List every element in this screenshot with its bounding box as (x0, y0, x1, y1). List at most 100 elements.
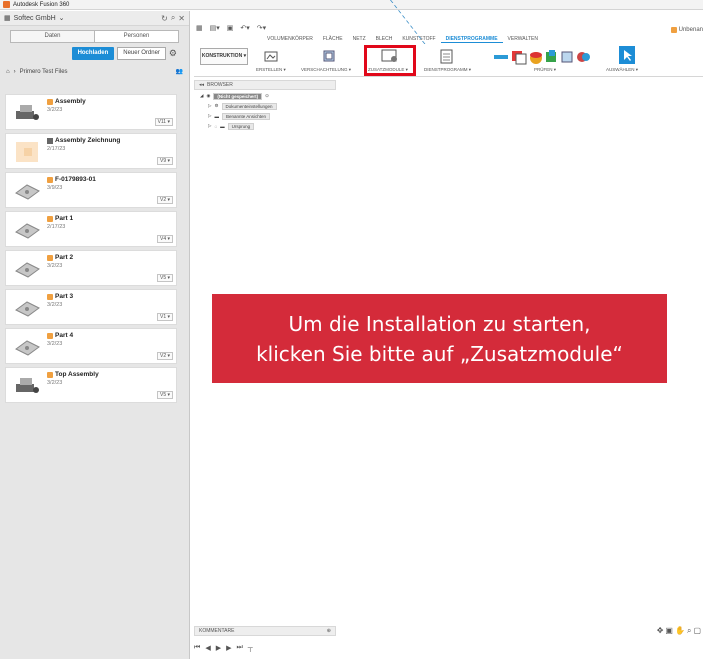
file-date: 3/9/23 (47, 185, 63, 191)
add-comment-icon[interactable]: ⊕ (327, 628, 331, 634)
file-thumbnail (12, 296, 42, 320)
create-menu[interactable]: ERSTELLEN ▾ (256, 67, 286, 73)
file-thumbnail (12, 101, 42, 125)
look-icon[interactable]: ▣ (665, 626, 673, 636)
file-name: Part 1 (55, 215, 74, 222)
workspace-switcher[interactable]: KONSTRUKTION ▾ (200, 48, 248, 65)
fit-icon[interactable]: ▢ (693, 626, 701, 636)
project-name[interactable]: Primero Test Files (20, 69, 172, 75)
team-icon: ▦ (4, 15, 11, 22)
prev-icon[interactable]: ◀ (205, 644, 210, 652)
version-badge[interactable]: V11 ▾ (154, 118, 173, 126)
design-icon (47, 98, 53, 105)
first-icon[interactable]: ⏮ (194, 644, 200, 652)
design-icon (47, 215, 53, 222)
undo-icon[interactable]: ↶▾ (240, 24, 249, 32)
utility-menu[interactable]: DIENSTPROGRAMM ▾ (424, 67, 471, 73)
select-icon[interactable] (619, 46, 635, 64)
design-icon (47, 254, 53, 261)
file-date: 3/2/23 (47, 263, 63, 269)
version-badge[interactable]: V1 ▾ (156, 313, 173, 321)
triangle-right-icon[interactable]: ▷ (208, 123, 211, 129)
team-selector[interactable]: ▦ Softec GmbH ⌄ (4, 14, 158, 23)
grid-icon[interactable]: ▦ (196, 24, 203, 32)
nesting-menu[interactable]: VERSCHACHTELUNG ▾ (301, 67, 351, 73)
folder-icon: ▬ (214, 113, 219, 119)
version-badge[interactable]: V4 ▾ (156, 235, 173, 243)
file-card[interactable]: Assembly Zeichnung 2/17/23 V9 ▾ (5, 133, 177, 169)
create-icon[interactable] (264, 49, 278, 63)
browser-header[interactable]: ◂◂ BROWSER (194, 80, 336, 90)
file-name: Top Assembly (55, 371, 99, 378)
file-card[interactable]: Part 1 2/17/23 V4 ▾ (5, 211, 177, 247)
collapse-icon[interactable]: ◂◂ (199, 82, 204, 88)
document-tab[interactable]: Unbenan (670, 27, 703, 33)
chevron-right-icon: › (13, 68, 16, 75)
file-date: 3/2/23 (47, 380, 63, 386)
tree-item[interactable]: ▷ ⚙ Dokumenteinstellungen (200, 101, 277, 111)
file-thumbnail (12, 335, 42, 359)
home-icon[interactable]: ⌂ (6, 69, 10, 75)
ribbon-tab[interactable]: FLÄCHE (318, 36, 348, 43)
gear-icon[interactable]: ⚙ (169, 48, 177, 59)
ribbon-tab[interactable]: DIENSTPROGRAMME (440, 36, 503, 43)
people-icon[interactable]: 👥 (176, 68, 183, 75)
file-list: Assembly 3/2/23 V11 ▾ Assembly Zeichnung 2/1… (5, 94, 177, 406)
team-name: Softec GmbH (13, 14, 56, 22)
redo-icon[interactable]: ↷▾ (257, 24, 266, 32)
version-badge[interactable]: V2 ▾ (156, 196, 173, 204)
design-icon (47, 332, 53, 339)
tab-data[interactable]: Daten (11, 31, 95, 42)
close-icon[interactable]: ✕ (178, 14, 185, 23)
file-card[interactable]: Part 2 3/2/23 V5 ▾ (5, 250, 177, 286)
upload-button[interactable]: Hochladen (71, 47, 115, 60)
inspect-menu[interactable]: PRÜFEN ▾ (534, 67, 556, 73)
inspect-icons[interactable] (494, 49, 594, 65)
last-icon[interactable]: ⏭ (236, 644, 242, 652)
version-badge[interactable]: V9 ▾ (156, 157, 173, 165)
play-icon[interactable]: ▶ (216, 644, 221, 652)
data-panel-tabs: Daten Personen (10, 30, 179, 43)
tree-root[interactable]: ◢ ◉ (Nicht gespeichert) ⊙ (200, 91, 277, 101)
marker-icon[interactable]: ┬ (248, 645, 253, 652)
expand-icon[interactable]: ◢ (200, 93, 203, 99)
navigation-bar: ✥ ▣ ✋ ⌕ ▢ (657, 626, 701, 636)
tree-item[interactable]: ▷ ▬ Benannte Ansichten (200, 111, 277, 121)
refresh-icon[interactable]: ↻ (161, 14, 168, 23)
file-icon[interactable]: ▤▾ (210, 24, 220, 32)
utility-icon[interactable] (440, 49, 454, 65)
target-icon[interactable]: ⊙ (265, 93, 269, 99)
nesting-icon[interactable] (321, 47, 337, 63)
comments-panel[interactable]: KOMMENTARE ⊕ (194, 626, 336, 636)
pan-icon[interactable]: ✋ (675, 626, 685, 636)
document-icon (670, 27, 677, 33)
eye-icon[interactable]: ◌ (214, 124, 217, 129)
next-icon[interactable]: ▶ (226, 644, 231, 652)
tree-item[interactable]: ▷ ◌ ▬ Ursprung (200, 121, 277, 131)
eye-icon[interactable]: ◉ (206, 93, 210, 99)
tree-item-label: Ursprung (227, 122, 255, 130)
file-card[interactable]: Part 4 3/2/23 V2 ▾ (5, 328, 177, 364)
ribbon-tab[interactable]: VOLUMENKÖRPER (262, 36, 318, 43)
ribbon-tab[interactable]: NETZ (348, 36, 371, 43)
file-card[interactable]: Top Assembly 3/2/23 V5 ▾ (5, 367, 177, 403)
new-folder-button[interactable]: Neuer Ordner (117, 47, 166, 60)
tab-people[interactable]: Personen (95, 31, 178, 42)
select-menu[interactable]: AUSWÄHLEN ▾ (606, 67, 638, 73)
search-icon[interactable]: ⌕ (171, 13, 175, 23)
ribbon-tab[interactable]: VERWALTEN (503, 36, 543, 43)
file-card[interactable]: F-0179893-01 3/9/23 V2 ▾ (5, 172, 177, 208)
zoom-icon[interactable]: ⌕ (687, 626, 691, 636)
version-badge[interactable]: V2 ▾ (156, 352, 173, 360)
triangle-right-icon[interactable]: ▷ (208, 113, 211, 119)
triangle-right-icon[interactable]: ▷ (208, 103, 211, 109)
file-card[interactable]: Assembly 3/2/23 V11 ▾ (5, 94, 177, 130)
file-card[interactable]: Part 3 3/2/23 V1 ▾ (5, 289, 177, 325)
orbit-icon[interactable]: ✥ (657, 626, 664, 636)
save-icon[interactable]: ▣ (227, 24, 234, 32)
banner-line-2: klicken Sie bitte auf „Zusatzmodule“ (256, 341, 623, 366)
quick-access-toolbar: ▦ ▤▾ ▣ ↶▾ ↷▾ (194, 21, 703, 34)
version-badge[interactable]: V5 ▾ (156, 391, 173, 399)
version-badge[interactable]: V5 ▾ (156, 274, 173, 282)
design-icon (47, 293, 53, 300)
